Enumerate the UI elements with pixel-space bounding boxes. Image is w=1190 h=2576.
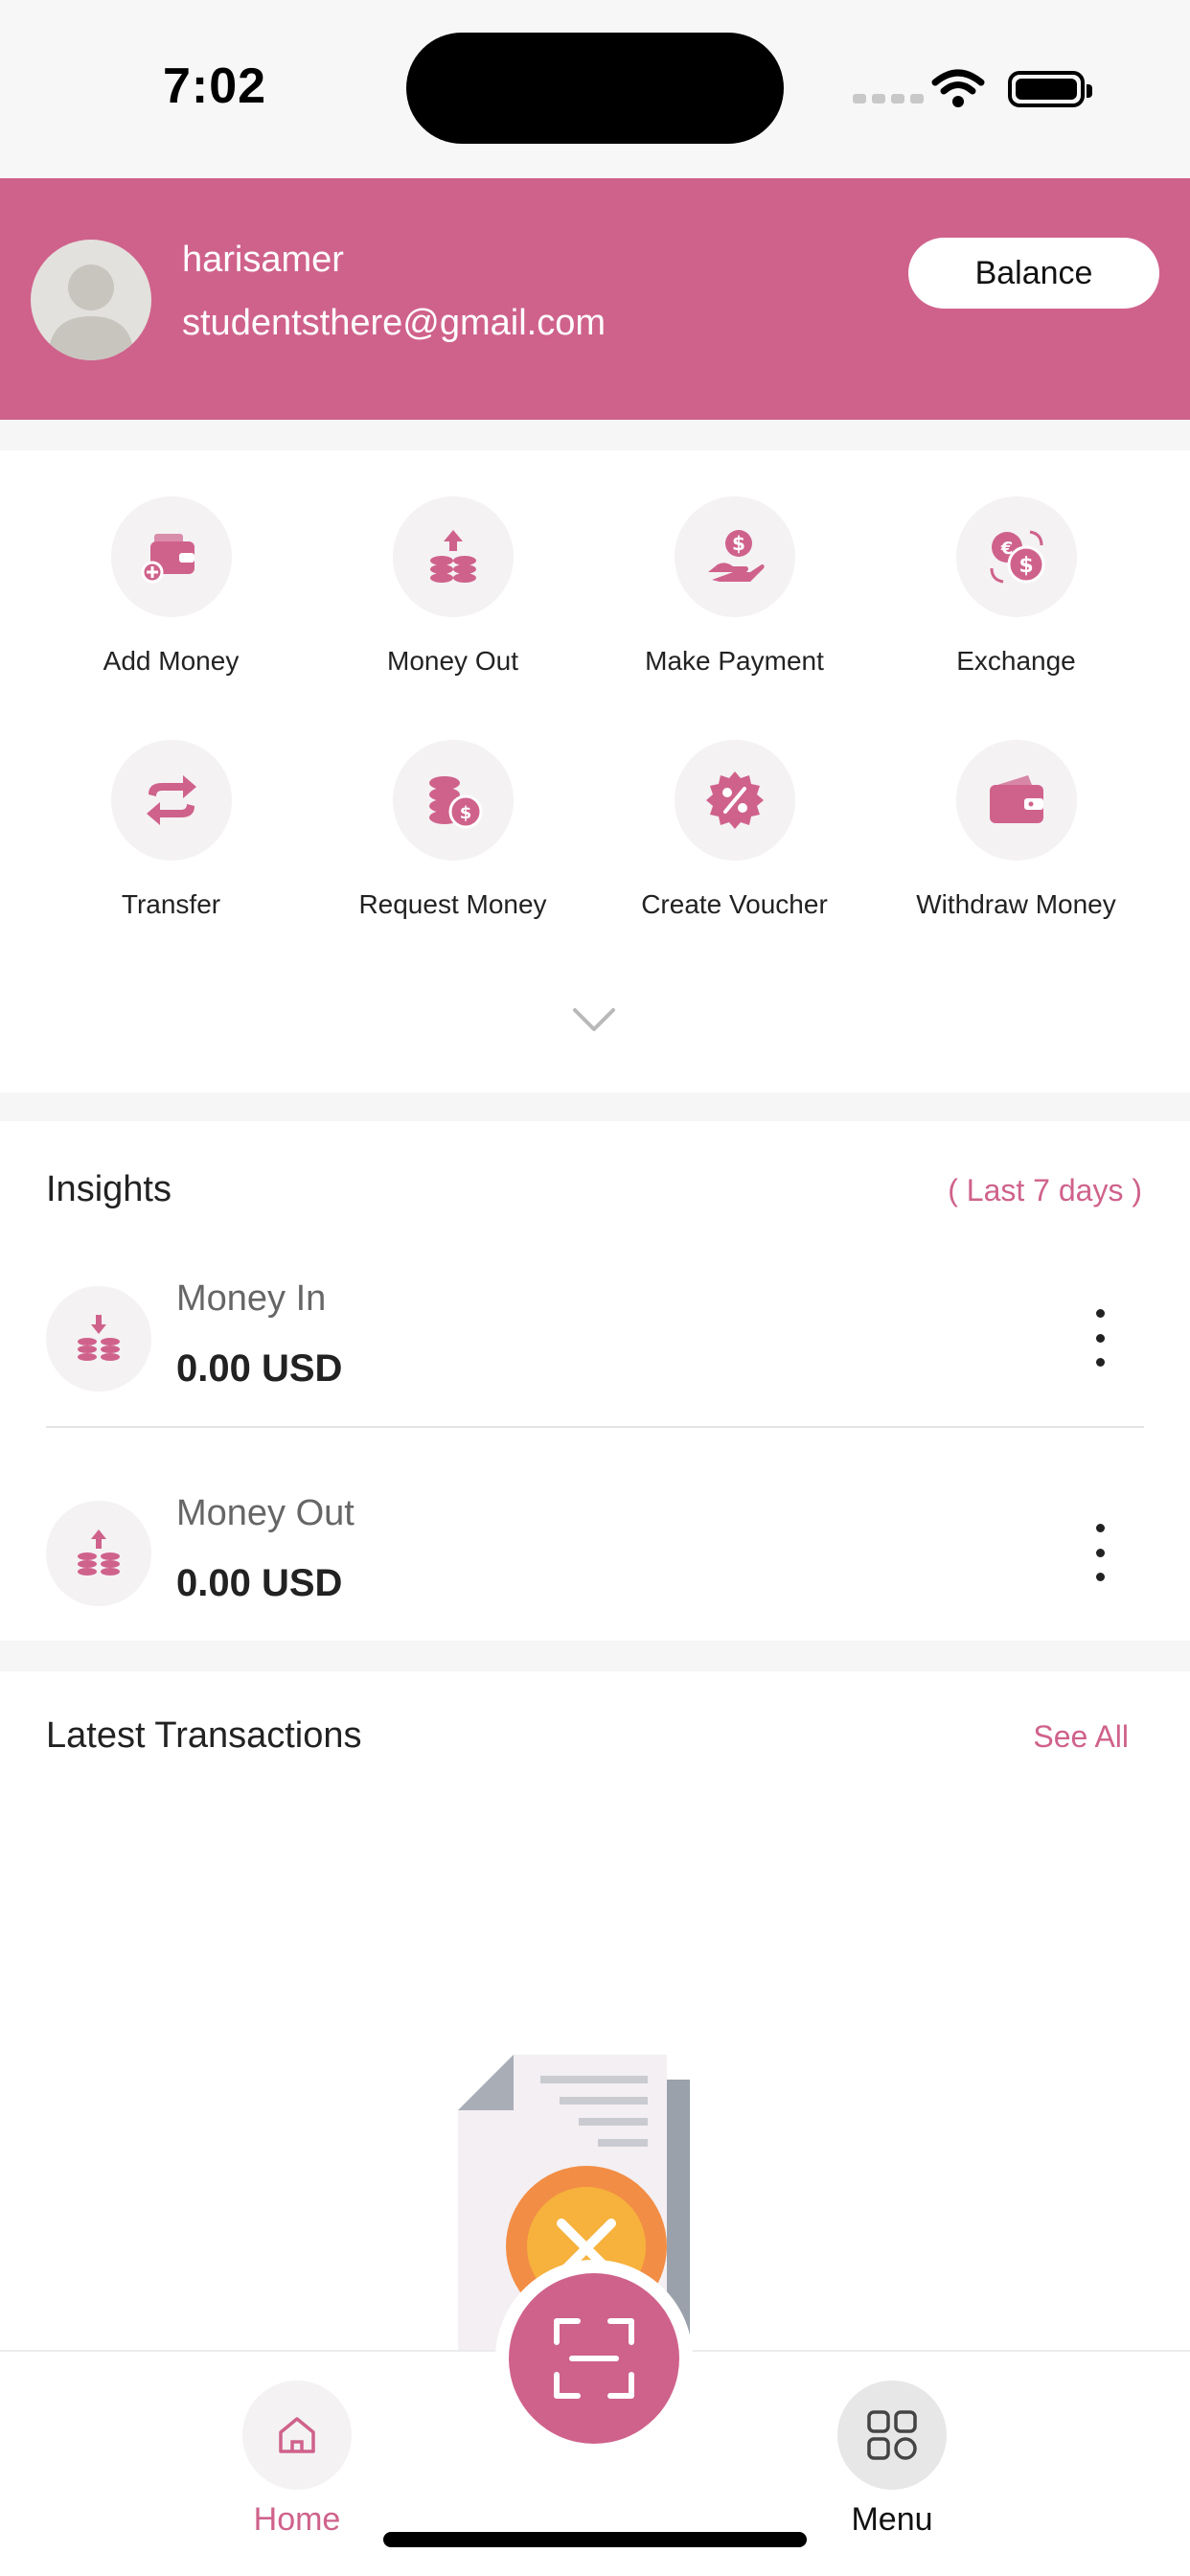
nav-home[interactable]: Home xyxy=(201,2380,393,2539)
coins-down-icon xyxy=(78,1315,120,1361)
chevron-down-icon[interactable] xyxy=(571,1006,617,1033)
wallet-icon xyxy=(989,775,1043,823)
wifi-icon xyxy=(931,69,985,107)
more-options-icon[interactable] xyxy=(1090,1309,1110,1367)
dynamic-island xyxy=(406,33,784,144)
action-label: Money Out xyxy=(387,646,518,676)
wallet-add-icon xyxy=(141,534,195,584)
status-time: 7:02 xyxy=(163,58,267,114)
coins-dollar-icon: $ xyxy=(428,776,482,829)
scan-icon xyxy=(554,2318,634,2399)
home-indicator xyxy=(383,2532,807,2547)
cellular-signal-icon xyxy=(853,94,924,104)
svg-text:$: $ xyxy=(1018,554,1033,578)
percent-badge-icon xyxy=(705,771,764,829)
quick-actions-grid: Add Money Money Out $ Make Payment € $ E… xyxy=(0,450,1190,1092)
svg-text:$: $ xyxy=(732,532,745,555)
action-exchange[interactable]: € $ Exchange xyxy=(875,496,1157,677)
more-options-icon[interactable] xyxy=(1090,1524,1110,1581)
action-withdraw-money[interactable]: Withdraw Money xyxy=(875,740,1157,920)
action-add-money[interactable]: Add Money xyxy=(30,496,312,677)
action-label: Create Voucher xyxy=(641,889,828,919)
currency-exchange-icon: € $ xyxy=(990,530,1044,584)
home-icon xyxy=(279,2417,315,2453)
insight-row-money-out: Money Out 0.00 USD xyxy=(46,1455,1144,1646)
action-label: Make Payment xyxy=(645,646,824,676)
section-gap xyxy=(0,1641,1190,1671)
insight-value: 0.00 USD xyxy=(176,1347,343,1390)
divider xyxy=(46,1426,1144,1428)
action-label: Transfer xyxy=(121,889,221,919)
grid-menu-icon xyxy=(867,2410,917,2460)
section-gap xyxy=(0,1092,1190,1121)
insights-section: Insights ( Last 7 days ) Money In 0.00 U… xyxy=(0,1121,1190,1641)
profile-header: harisamer studentsthere@gmail.com Balanc… xyxy=(0,178,1190,420)
action-label: Exchange xyxy=(956,646,1076,676)
action-make-payment[interactable]: $ Make Payment xyxy=(593,496,876,677)
avatar[interactable] xyxy=(31,240,151,360)
coins-up-icon xyxy=(429,530,476,583)
see-all-link[interactable]: See All xyxy=(1033,1719,1129,1755)
scan-button-ring xyxy=(495,2260,693,2457)
transactions-title: Latest Transactions xyxy=(46,1715,362,1756)
nav-home-label: Home xyxy=(253,2501,341,2538)
insight-row-money-in: Money In 0.00 USD xyxy=(46,1240,1144,1432)
action-label: Request Money xyxy=(358,889,547,919)
coins-up-icon xyxy=(78,1530,120,1576)
balance-button[interactable]: Balance xyxy=(908,238,1159,309)
action-label: Withdraw Money xyxy=(916,889,1116,919)
nav-menu-label: Menu xyxy=(851,2501,933,2538)
battery-icon xyxy=(1008,71,1092,107)
user-silhouette-icon xyxy=(48,264,134,360)
insight-label: Money Out xyxy=(176,1493,355,1533)
action-create-voucher[interactable]: Create Voucher xyxy=(593,740,876,920)
user-email: studentsthere@gmail.com xyxy=(182,303,606,343)
action-label: Add Money xyxy=(103,646,240,676)
action-transfer[interactable]: Transfer xyxy=(30,740,312,920)
action-money-out[interactable]: Money Out xyxy=(311,496,594,677)
action-request-money[interactable]: $ Request Money xyxy=(311,740,594,920)
insight-value: 0.00 USD xyxy=(176,1562,343,1604)
status-bar: 7:02 xyxy=(0,0,1190,178)
scan-qr-button[interactable] xyxy=(509,2273,679,2444)
latest-transactions-section: Latest Transactions See All xyxy=(0,1671,1190,2352)
insights-period[interactable]: ( Last 7 days ) xyxy=(948,1173,1142,1208)
section-gap xyxy=(0,420,1190,450)
hand-dollar-icon: $ xyxy=(707,530,765,582)
nav-menu[interactable]: Menu xyxy=(796,2380,988,2539)
insights-title: Insights xyxy=(46,1169,172,1209)
svg-text:$: $ xyxy=(459,803,471,823)
transfer-arrows-icon xyxy=(146,775,196,825)
insight-label: Money In xyxy=(176,1278,327,1319)
user-name: harisamer xyxy=(182,240,344,280)
